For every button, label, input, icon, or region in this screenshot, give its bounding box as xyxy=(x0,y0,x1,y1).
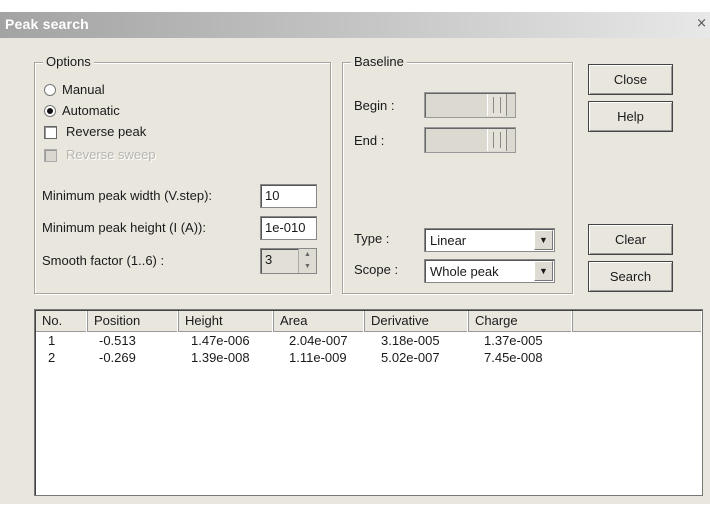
end-slider-thumb xyxy=(487,129,507,151)
column-header-area[interactable]: Area xyxy=(274,311,365,332)
min-width-field[interactable]: 10 xyxy=(260,184,317,208)
manual-radio-label: Manual xyxy=(62,82,105,97)
type-select-value: Linear xyxy=(430,233,467,248)
reverse-peak-checkbox[interactable] xyxy=(44,126,57,139)
end-slider xyxy=(424,127,516,153)
options-group-label: Options xyxy=(43,54,94,69)
cell-position: -0.269 xyxy=(99,350,136,365)
clear-button[interactable]: Clear xyxy=(588,224,673,255)
chevron-down-icon[interactable]: ▼ xyxy=(534,261,553,281)
peak-search-dialog: Peak search × Options Manual Automatic R… xyxy=(0,12,710,504)
begin-label: Begin : xyxy=(354,98,395,113)
cell-no: 2 xyxy=(48,350,56,365)
smooth-stepper: 3 ▲ ▼ xyxy=(260,248,317,274)
title-bar: Peak search × xyxy=(0,12,710,38)
cell-charge: 1.37e-005 xyxy=(484,333,543,348)
min-height-label: Minimum peak height (I (A)): xyxy=(42,220,206,235)
cell-area: 1.11e-009 xyxy=(289,350,347,365)
cell-position: -0.513 xyxy=(99,333,136,348)
smooth-value: 3 xyxy=(265,252,273,267)
search-button[interactable]: Search xyxy=(588,261,673,292)
scope-label: Scope : xyxy=(354,262,399,277)
cell-height: 1.47e-006 xyxy=(191,333,250,348)
close-icon[interactable]: × xyxy=(696,16,707,31)
smooth-spin-buttons: ▲ ▼ xyxy=(298,249,316,273)
cell-height: 1.39e-008 xyxy=(191,350,250,365)
type-select[interactable]: Linear ▼ xyxy=(424,228,555,252)
chevron-down-icon[interactable]: ▼ xyxy=(534,230,553,250)
spin-down-icon: ▼ xyxy=(304,263,311,270)
begin-slider-thumb xyxy=(487,94,507,116)
reverse-peak-label: Reverse peak xyxy=(66,124,147,139)
table-row[interactable]: 1 -0.513 1.47e-006 2.04e-007 3.18e-005 1… xyxy=(36,333,701,350)
automatic-radio-label: Automatic xyxy=(62,103,120,118)
help-button[interactable]: Help xyxy=(588,101,673,132)
cell-no: 1 xyxy=(48,333,56,348)
table-row[interactable]: 2 -0.269 1.39e-008 1.11e-009 5.02e-007 7… xyxy=(36,350,701,367)
close-button[interactable]: Close xyxy=(588,64,673,95)
results-list[interactable]: No. Position Height Area Derivative Char… xyxy=(34,309,703,496)
column-header-position[interactable]: Position xyxy=(88,311,179,332)
column-header-charge[interactable]: Charge xyxy=(469,311,573,332)
spin-up-icon: ▲ xyxy=(304,251,311,258)
cell-area: 2.04e-007 xyxy=(289,333,348,348)
min-height-field[interactable]: 1e-010 xyxy=(260,216,317,240)
cell-derivative: 3.18e-005 xyxy=(381,333,440,348)
begin-slider xyxy=(424,92,516,118)
column-header-derivative[interactable]: Derivative xyxy=(365,311,469,332)
column-header-height[interactable]: Height xyxy=(179,311,274,332)
reverse-sweep-checkbox xyxy=(44,149,57,162)
cell-charge: 7.45e-008 xyxy=(484,350,543,365)
scope-select[interactable]: Whole peak ▼ xyxy=(424,259,555,283)
min-width-label: Minimum peak width (V.step): xyxy=(42,188,213,203)
cell-derivative: 5.02e-007 xyxy=(381,350,440,365)
window-title: Peak search xyxy=(5,16,89,32)
automatic-radio[interactable] xyxy=(44,105,56,117)
baseline-group-label: Baseline xyxy=(351,54,407,69)
reverse-sweep-label: Reverse sweep xyxy=(66,147,156,162)
type-label: Type : xyxy=(354,231,390,246)
column-header-no[interactable]: No. xyxy=(36,311,88,332)
end-label: End : xyxy=(354,133,385,148)
manual-radio[interactable] xyxy=(44,84,56,96)
scope-select-value: Whole peak xyxy=(430,264,499,279)
list-header: No. Position Height Area Derivative Char… xyxy=(36,311,701,332)
smooth-label: Smooth factor (1..6) : xyxy=(42,253,165,268)
